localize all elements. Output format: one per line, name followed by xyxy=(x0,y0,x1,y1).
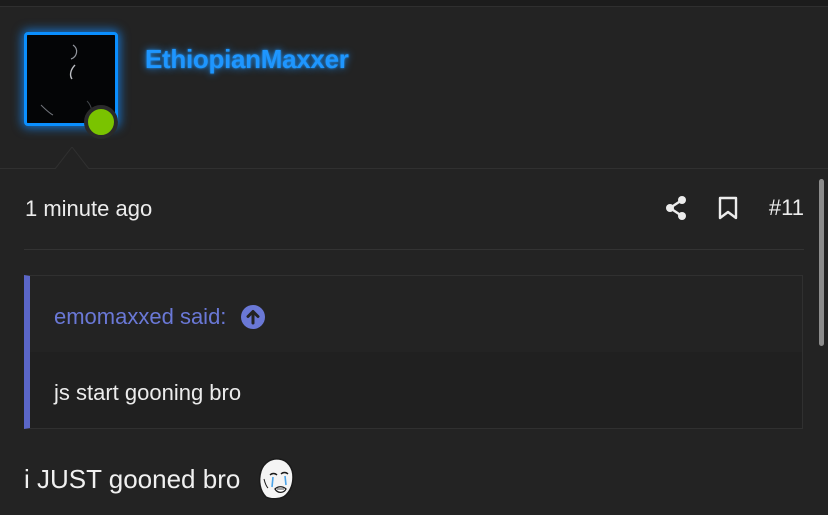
share-icon xyxy=(665,196,686,220)
quote-block: emomaxxed said: js start gooning bro xyxy=(24,275,803,429)
quote-author-link[interactable]: emomaxxed said: xyxy=(54,304,266,330)
arrow-up-circle-icon[interactable] xyxy=(240,304,266,330)
bookmark-button[interactable] xyxy=(717,193,739,223)
top-strip xyxy=(0,0,828,7)
message-text: i JUST gooned bro xyxy=(24,463,241,494)
avatar-container[interactable] xyxy=(24,32,118,139)
divider xyxy=(24,249,804,250)
username[interactable]: EthiopianMaxxer xyxy=(145,44,349,75)
quote-text: js start gooning bro xyxy=(54,380,242,405)
scrollbar[interactable] xyxy=(819,179,824,346)
crying-wojak-emoji-icon xyxy=(256,457,296,501)
online-status-indicator xyxy=(84,105,118,139)
user-header: EthiopianMaxxer xyxy=(0,7,828,169)
quote-author-label: emomaxxed said: xyxy=(54,304,227,329)
post-timestamp[interactable]: 1 minute ago xyxy=(25,196,152,222)
post-body: 1 minute ago #11 emomaxxed said: js star… xyxy=(0,169,828,515)
post-number-link[interactable]: #11 xyxy=(769,195,804,221)
post-view: EthiopianMaxxer 1 minute ago #11 emomaxx… xyxy=(0,0,828,515)
post-message: i JUST gooned bro xyxy=(24,457,296,501)
bookmark-icon xyxy=(718,196,738,220)
share-button[interactable] xyxy=(663,193,689,223)
post-actions: #11 xyxy=(663,193,804,223)
